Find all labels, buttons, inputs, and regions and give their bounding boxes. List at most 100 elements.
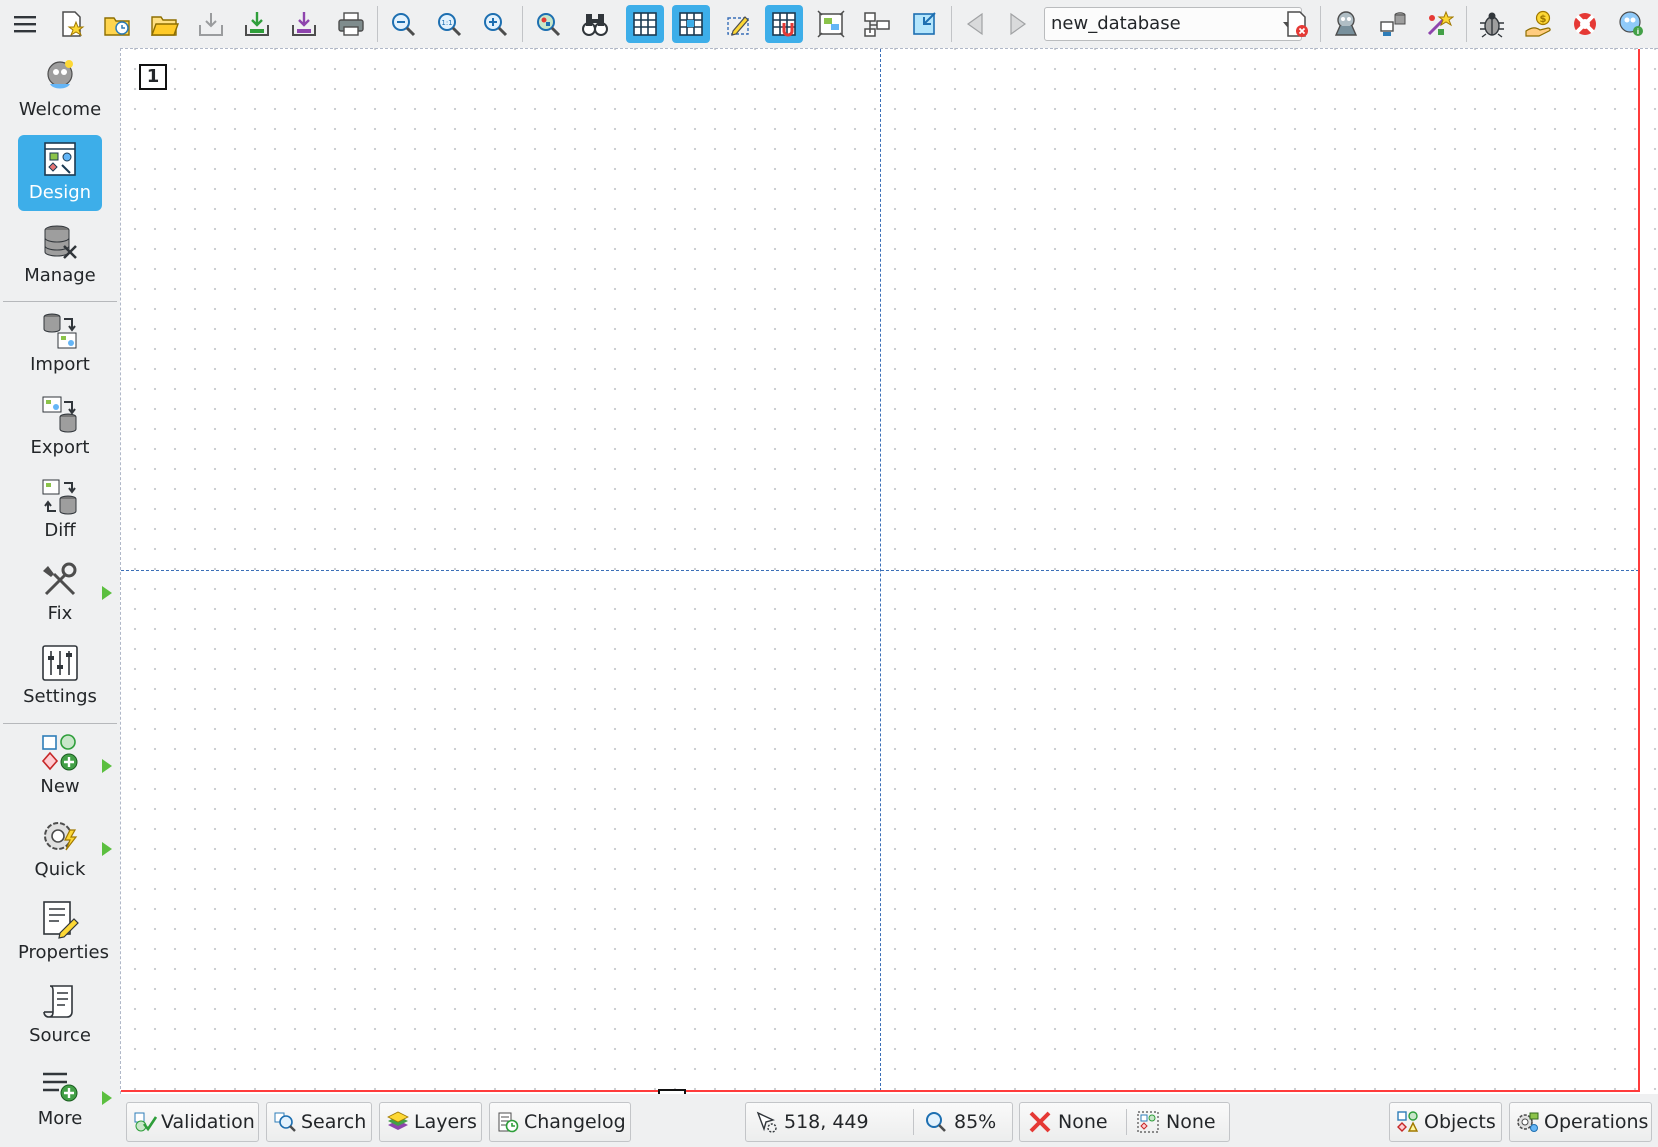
export-icon (42, 396, 77, 433)
canvas-limit-right (1638, 49, 1640, 1090)
changelog-button[interactable]: Changelog (489, 1102, 631, 1142)
support-icon[interactable] (1566, 5, 1604, 43)
diff-icon (42, 479, 77, 515)
search-button[interactable]: Search (266, 1102, 372, 1142)
previous-model-icon[interactable] (956, 5, 994, 43)
zoom-level: 85% (916, 1103, 1014, 1141)
operations-icon (1517, 1112, 1539, 1132)
layers-button[interactable]: Layers (379, 1102, 482, 1142)
sidebar-item-manage[interactable]: Manage (18, 218, 102, 294)
zoom-reset-icon[interactable]: 1:1 (430, 5, 468, 43)
no-selection-icon (1029, 1111, 1051, 1133)
left-action-bar: Welcome Design Manage Import Export Diff… (0, 48, 120, 1147)
save-model-icon[interactable] (192, 5, 230, 43)
layers-icon (387, 1111, 409, 1130)
sidebar-item-quick[interactable]: Quick (18, 812, 112, 888)
plugins-icon[interactable] (1327, 5, 1365, 43)
objects-button[interactable]: Objects (1389, 1102, 1502, 1142)
align-grid-icon[interactable] (672, 5, 710, 43)
save-as-icon[interactable] (285, 5, 323, 43)
selection-objects-icon (1137, 1111, 1159, 1133)
page-number-label: 1 (139, 64, 167, 90)
sidebar-item-label: New (40, 776, 80, 797)
bug-report-icon[interactable] (1473, 5, 1511, 43)
find-object-icon[interactable] (529, 5, 567, 43)
sidebar-item-import[interactable]: Import (18, 307, 102, 383)
sidebar-item-label: Export (30, 437, 90, 458)
design-icon (44, 142, 76, 176)
sidebar-item-diff[interactable]: Diff (18, 473, 102, 549)
sidebar-item-welcome[interactable]: Welcome (18, 52, 102, 128)
sql-tool-icon[interactable] (1374, 5, 1412, 43)
zoom-out-icon[interactable] (384, 5, 422, 43)
binoculars-icon[interactable] (576, 5, 614, 43)
database-selector-value: new_database (1051, 13, 1181, 34)
sidebar-item-settings[interactable]: Settings (18, 639, 102, 715)
about-icon[interactable]: i (1612, 5, 1650, 43)
svg-text:1:1: 1:1 (441, 19, 452, 27)
database-selector[interactable]: new_database (1044, 7, 1302, 41)
sidebar-item-label: Properties (18, 942, 109, 963)
sidebar-item-more[interactable]: More (18, 1061, 112, 1137)
recent-models-icon[interactable] (98, 5, 136, 43)
sidebar-item-design[interactable]: Design (18, 135, 102, 211)
main-menu-icon[interactable] (6, 5, 44, 43)
print-icon[interactable] (332, 5, 370, 43)
sidebar-item-label: Manage (24, 265, 96, 286)
arrange-objects-icon[interactable] (858, 5, 896, 43)
magic-tools-icon[interactable] (1420, 5, 1458, 43)
sidebar-item-label: Quick (34, 859, 86, 880)
show-grid-icon[interactable] (626, 5, 664, 43)
next-model-icon[interactable] (999, 5, 1037, 43)
sidebar-item-label: Design (28, 182, 92, 203)
objects-icon (1397, 1111, 1419, 1132)
validation-icon (134, 1112, 157, 1132)
sidebar-item-new[interactable]: New (18, 729, 112, 805)
validation-label: Validation (161, 1111, 255, 1133)
zoom-in-icon[interactable] (476, 5, 514, 43)
sidebar-item-source[interactable]: Source (18, 978, 102, 1054)
svg-text:$: $ (1540, 14, 1547, 25)
zoom-icon (926, 1112, 946, 1132)
selected-object: None (1020, 1103, 1124, 1141)
changelog-label: Changelog (524, 1111, 626, 1133)
sidebar-item-label: Import (30, 354, 90, 375)
cursor-position: 518, 449 (746, 1103, 910, 1141)
quick-actions-icon (44, 822, 78, 851)
svg-text:i: i (1637, 28, 1639, 36)
validation-button[interactable]: Validation (126, 1102, 259, 1142)
sidebar-item-properties[interactable]: Properties (18, 895, 109, 971)
model-canvas[interactable]: 1 2 (120, 48, 1658, 1115)
donate-icon[interactable]: $ (1520, 5, 1558, 43)
sidebar-item-export[interactable]: Export (18, 390, 102, 466)
sidebar-item-label: Fix (47, 603, 73, 624)
changelog-icon (498, 1112, 519, 1133)
pgmodeler-window: 1:1 new_database $ i Welcome Design Mana… (0, 0, 1658, 1147)
zoom-level-value: 85% (954, 1111, 997, 1133)
operations-label: Operations (1544, 1111, 1649, 1133)
search-icon (274, 1112, 296, 1132)
search-label: Search (301, 1111, 367, 1133)
settings-icon (42, 645, 78, 681)
close-model-icon[interactable] (1277, 5, 1315, 43)
position-zoom-group: 518, 449 85% (745, 1102, 1013, 1142)
layers-label: Layers (414, 1111, 477, 1133)
page-delimiter-horizontal (121, 570, 1639, 571)
bottom-bar: Validation Search Layers Changelog 518, … (120, 1094, 1658, 1147)
selected-object-value: None (1058, 1111, 1108, 1133)
fit-to-screen-icon[interactable] (905, 5, 943, 43)
new-model-icon[interactable] (52, 5, 90, 43)
main-toolbar: 1:1 new_database $ i (0, 0, 1658, 48)
save-all-icon[interactable] (238, 5, 276, 43)
page-delimiters-icon[interactable] (719, 5, 757, 43)
canvas-limit-bottom (121, 1090, 1640, 1092)
magnetic-grid-icon[interactable] (765, 5, 803, 43)
open-model-icon[interactable] (145, 5, 183, 43)
operations-button[interactable]: Operations (1509, 1102, 1652, 1142)
sidebar-item-fix[interactable]: Fix (18, 556, 112, 632)
sidebar-item-label: Diff (44, 520, 76, 541)
more-icon (43, 1072, 78, 1102)
sidebar-item-label: Source (29, 1025, 91, 1046)
properties-icon (43, 901, 79, 939)
overview-icon[interactable] (812, 5, 850, 43)
